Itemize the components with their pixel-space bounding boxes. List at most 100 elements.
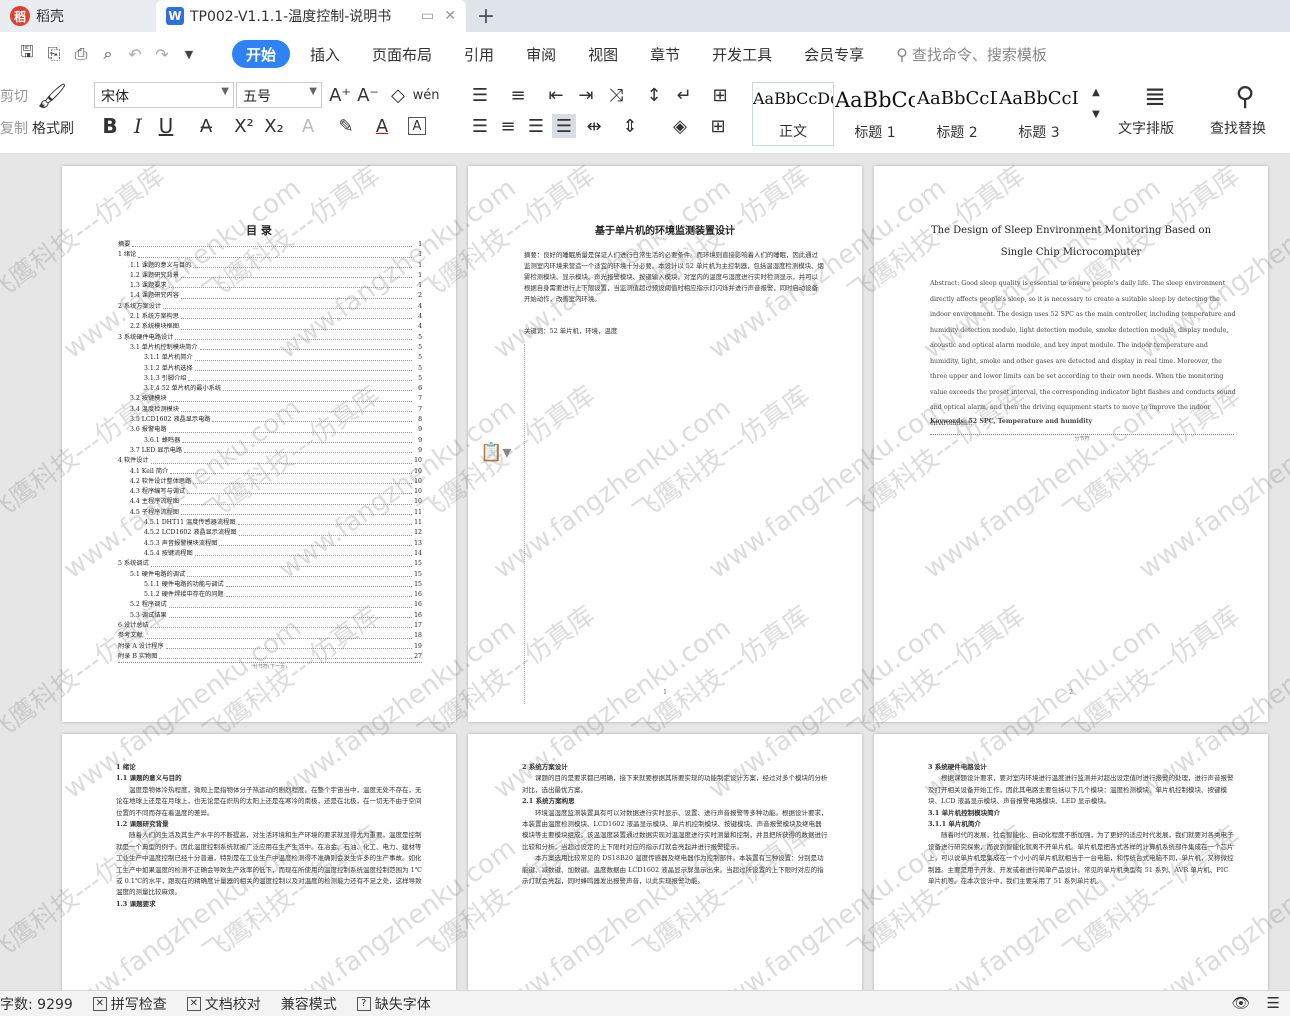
toc-entry[interactable]: 4.5 子程序流程图 11 (118, 508, 422, 518)
toc-entry[interactable]: 3.1.4 52 单片机的最小系统 6 (118, 384, 422, 394)
toc-entry[interactable]: 4.3 程序编写与调试 10 (118, 487, 422, 497)
menu-tab-start[interactable]: 开始 (232, 40, 291, 68)
copy-button[interactable]: 复制 (0, 118, 28, 138)
toc-entry[interactable]: 5.1.1 硬件电路的功能与调试 15 (118, 580, 422, 590)
grow-font-icon[interactable]: A⁺ (328, 83, 352, 107)
tab-stops-icon[interactable]: ⊞ (708, 83, 732, 107)
toc-entry[interactable]: 4.5.3 声音报警模块流程图 13 (118, 539, 422, 549)
toc-entry[interactable]: 1.3 课题要求 1 (118, 281, 422, 291)
command-search[interactable]: ⚲ 查找命令、搜索模板 (896, 44, 1047, 65)
redo-icon[interactable]: ↷ (149, 41, 175, 67)
toc-entry[interactable]: 4.5.2 LCD1602 液晶显示流程图 12 (118, 528, 422, 538)
tab-docer-home[interactable]: 稻 稻壳 (0, 0, 156, 32)
toc-entry[interactable]: 1 绪论 1 (118, 250, 422, 260)
toc-entry[interactable]: 3.1.3 引脚介绍 5 (118, 374, 422, 384)
highlight-icon[interactable]: ✎ (334, 114, 358, 138)
toc-entry[interactable]: 6 设计总结 17 (118, 621, 422, 631)
numbered-list-icon[interactable]: ≡ (506, 83, 530, 107)
toc-entry[interactable]: 4.5.1 DHT11 温度传感器流程图 11 (118, 518, 422, 528)
toc-entry[interactable]: 4.1 Keil 简介 10 (118, 467, 422, 477)
superscript-icon[interactable]: X² (232, 114, 256, 138)
line-spacing-icon[interactable]: ⇕ (618, 114, 642, 138)
bullet-list-icon[interactable]: ☰ (468, 83, 492, 107)
style-scroll-up-icon[interactable]: ▲ (1084, 80, 1108, 104)
toc-entry[interactable]: 5.1 硬件电路的调试 15 (118, 570, 422, 580)
document-canvas[interactable]: 目 录 摘要 1 1 绪论 1 1.1 课题的意义与目的 1 1.2 课题研究背景 1 1.3 … (0, 154, 1290, 990)
shrink-font-icon[interactable]: A⁻ (356, 83, 380, 107)
toc-entry[interactable]: 1.1 课题的意义与目的 1 (118, 261, 422, 271)
increase-indent-icon[interactable]: ⇥ (574, 83, 598, 107)
style-heading-1[interactable]: AaBbCc 标题 1 (834, 82, 916, 146)
font-size-select[interactable]: 五号 ▼ (236, 82, 322, 108)
paste-options-icon[interactable]: 📋▾ (480, 442, 511, 463)
toc-entry[interactable]: 附录 B 实物图 27 (118, 652, 422, 662)
menu-tab-developer[interactable]: 开发工具 (700, 40, 784, 68)
toc-entry[interactable]: 2.1 系统方案构思 4 (118, 312, 422, 322)
save-icon[interactable]: 🖫 (14, 41, 40, 67)
undo-icon[interactable]: ↶ (122, 41, 148, 67)
style-normal[interactable]: AaBbCcDd 正文 (752, 82, 834, 146)
toc-entry[interactable]: 4 软件设计 10 (118, 456, 422, 466)
find-replace-button[interactable]: 查找替换 (1210, 118, 1266, 138)
toc-entry[interactable]: 3 系统硬件电路设计 5 (118, 333, 422, 343)
strikethrough-icon[interactable]: A̶ (194, 114, 218, 138)
subscript-icon[interactable]: X₂ (262, 114, 286, 138)
show-marks-icon[interactable]: ↵ (672, 83, 696, 107)
clear-format-icon[interactable]: ◇ (386, 83, 410, 107)
menu-tab-insert[interactable]: 插入 (298, 40, 352, 68)
toc-entry[interactable]: 附录 A 设计程序 19 (118, 642, 422, 652)
toc-entry[interactable]: 5 系统调试 15 (118, 559, 422, 569)
close-tab-icon[interactable]: ✕ (444, 8, 456, 24)
menu-tab-review[interactable]: 审阅 (514, 40, 568, 68)
format-painter-button[interactable]: 格式刷 (32, 118, 74, 138)
toc-entry[interactable]: 3.5 LCD1602 液晶显示电路 8 (118, 415, 422, 425)
toc-entry[interactable]: 3.7 LED 显示电路 9 (118, 446, 422, 456)
toc-entry[interactable]: 3.4 温度检测模块 7 (118, 405, 422, 415)
tab-document[interactable]: W TP002-V1.1.1-温度控制-说明书 ▭ ✕ (156, 0, 466, 32)
justify-icon[interactable]: ☰ (552, 114, 576, 138)
toc-entry[interactable]: 摘要 1 (118, 240, 422, 250)
menu-tab-view[interactable]: 视图 (576, 40, 630, 68)
format-painter-icon[interactable]: 🖌 (37, 82, 67, 110)
toc-entry[interactable]: 2.2 系统模块框图 4 (118, 322, 422, 332)
menu-tab-chapter[interactable]: 章节 (638, 40, 692, 68)
toc-entry[interactable]: 5.1.2 硬件焊接中存在的问题 16 (118, 590, 422, 600)
text-effect-icon[interactable]: A (296, 114, 320, 138)
char-border-icon[interactable]: A (408, 117, 426, 135)
toc-entry[interactable]: 参考文献 18 (118, 631, 422, 641)
distribute-icon[interactable]: ⇹ (582, 114, 606, 138)
word-count[interactable]: 字数: 9299 (0, 994, 73, 1014)
toc-entry[interactable]: 4.5.4 按键流程图 14 (118, 549, 422, 559)
cut-button[interactable]: 剪切 (0, 86, 28, 106)
chinese-layout-icon[interactable]: ⤨ (604, 83, 628, 107)
sort-icon[interactable]: ↕ (642, 83, 666, 107)
underline-icon[interactable]: U (154, 114, 178, 138)
find-replace-icon[interactable]: ⚲ (1230, 82, 1260, 112)
eye-protection-icon[interactable]: 👁 (1232, 994, 1251, 1012)
align-left-icon[interactable]: ☰ (468, 114, 492, 138)
screen-icon[interactable]: ▭ (421, 8, 434, 24)
toc-entry[interactable]: 3.6.1 蜂鸣器 9 (118, 436, 422, 446)
align-center-icon[interactable]: ≡ (496, 114, 520, 138)
toc-entry[interactable]: 4.2 软件设计整体思路 10 (118, 477, 422, 487)
toc-entry[interactable]: 3.2 按键模块 7 (118, 394, 422, 404)
decrease-indent-icon[interactable]: ⇤ (544, 83, 568, 107)
toc-entry[interactable]: 3.1.2 单片机选择 5 (118, 364, 422, 374)
italic-icon[interactable]: I (126, 114, 150, 138)
spell-check-toggle[interactable]: ✕ 拼写检查 (92, 994, 167, 1014)
toc-entry[interactable]: 1.4 课题研究内容 2 (118, 291, 422, 301)
style-scroll-down-icon[interactable]: ▼ (1084, 102, 1108, 126)
menu-tab-layout[interactable]: 页面布局 (360, 40, 444, 68)
toc-entry[interactable]: 1.2 课题研究背景 1 (118, 271, 422, 281)
menu-tab-references[interactable]: 引用 (452, 40, 506, 68)
toc-entry[interactable]: 4.4 主程序流程图 10 (118, 497, 422, 507)
pinyin-guide-icon[interactable]: wén (413, 83, 440, 107)
missing-font-button[interactable]: ? 缺失字体 (356, 994, 431, 1014)
borders-icon[interactable]: ⊞ (706, 114, 730, 138)
align-right-icon[interactable]: ☰ (524, 114, 548, 138)
toc-entry[interactable]: 2 系统方案设计 4 (118, 302, 422, 312)
toc-entry[interactable]: 5.3 调试结果 16 (118, 611, 422, 621)
toc-entry[interactable]: 3.6 报警电路 9 (118, 425, 422, 435)
style-heading-3[interactable]: AaBbCcI 标题 3 (998, 82, 1080, 146)
font-name-select[interactable]: 宋体 ▼ (94, 82, 234, 108)
